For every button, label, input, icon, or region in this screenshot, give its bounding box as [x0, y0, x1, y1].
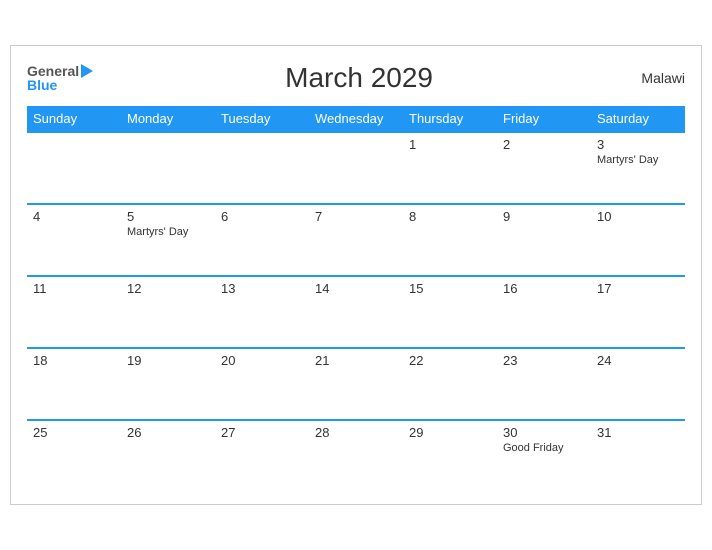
day-number: 6 — [221, 209, 303, 224]
calendar-cell: 20 — [215, 348, 309, 420]
day-number: 15 — [409, 281, 491, 296]
day-number: 10 — [597, 209, 679, 224]
day-number: 17 — [597, 281, 679, 296]
weekday-header-row: Sunday Monday Tuesday Wednesday Thursday… — [27, 106, 685, 132]
calendar-cell — [309, 132, 403, 204]
day-number: 22 — [409, 353, 491, 368]
calendar-cell: 30 Good Friday — [497, 420, 591, 492]
calendar-cell: 14 — [309, 276, 403, 348]
calendar-country: Malawi — [625, 70, 685, 86]
day-number: 14 — [315, 281, 397, 296]
calendar-container: General Blue March 2029 Malawi Sunday Mo… — [10, 45, 702, 505]
calendar-cell: 1 — [403, 132, 497, 204]
day-number: 11 — [33, 281, 115, 296]
day-number: 1 — [409, 137, 491, 152]
day-number: 4 — [33, 209, 115, 224]
calendar-cell: 18 — [27, 348, 121, 420]
calendar-cell: 7 — [309, 204, 403, 276]
day-number: 25 — [33, 425, 115, 440]
calendar-week-row: 123 Martyrs' Day — [27, 132, 685, 204]
logo-blue-text: Blue — [27, 77, 57, 93]
calendar-cell: 19 — [121, 348, 215, 420]
calendar-week-row: 11 12 13 14 15 16 17 — [27, 276, 685, 348]
day-number: 9 — [503, 209, 585, 224]
calendar-week-row: 45 Martyrs' Day 6789 10 — [27, 204, 685, 276]
holiday-label: Good Friday — [503, 442, 585, 454]
calendar-cell: 26 — [121, 420, 215, 492]
calendar-cell — [121, 132, 215, 204]
calendar-cell: 25 — [27, 420, 121, 492]
calendar-week-row: 18 19 20 21 22 23 24 — [27, 348, 685, 420]
holiday-label: Martyrs' Day — [597, 154, 679, 166]
calendar-cell: 24 — [591, 348, 685, 420]
day-number: 27 — [221, 425, 303, 440]
calendar-cell — [27, 132, 121, 204]
calendar-cell: 31 — [591, 420, 685, 492]
day-number: 8 — [409, 209, 491, 224]
logo-triangle-icon — [81, 64, 93, 78]
calendar-cell: 17 — [591, 276, 685, 348]
header-sunday: Sunday — [27, 106, 121, 132]
calendar-cell: 11 — [27, 276, 121, 348]
calendar-cell: 6 — [215, 204, 309, 276]
calendar-cell: 9 — [497, 204, 591, 276]
logo: General Blue — [27, 63, 93, 93]
calendar-cell: 2 — [497, 132, 591, 204]
calendar-cell: 3 Martyrs' Day — [591, 132, 685, 204]
calendar-cell: 13 — [215, 276, 309, 348]
holiday-label: Martyrs' Day — [127, 226, 209, 238]
header-wednesday: Wednesday — [309, 106, 403, 132]
calendar-cell: 16 — [497, 276, 591, 348]
header-friday: Friday — [497, 106, 591, 132]
calendar-cell: 29 — [403, 420, 497, 492]
day-number: 7 — [315, 209, 397, 224]
calendar-week-row: 25 26 27 28 29 30 Good Friday 31 — [27, 420, 685, 492]
day-number: 13 — [221, 281, 303, 296]
header-saturday: Saturday — [591, 106, 685, 132]
day-number: 29 — [409, 425, 491, 440]
calendar-cell: 4 — [27, 204, 121, 276]
day-number: 31 — [597, 425, 679, 440]
calendar-table: Sunday Monday Tuesday Wednesday Thursday… — [27, 106, 685, 492]
day-number: 12 — [127, 281, 209, 296]
day-number: 3 — [597, 137, 679, 152]
calendar-cell: 5 Martyrs' Day — [121, 204, 215, 276]
calendar-cell: 22 — [403, 348, 497, 420]
header-monday: Monday — [121, 106, 215, 132]
day-number: 26 — [127, 425, 209, 440]
day-number: 5 — [127, 209, 209, 224]
calendar-body: 123Martyrs' Day45Martyrs' Day67891011121… — [27, 132, 685, 492]
day-number: 21 — [315, 353, 397, 368]
day-number: 20 — [221, 353, 303, 368]
calendar-cell: 28 — [309, 420, 403, 492]
day-number: 18 — [33, 353, 115, 368]
day-number: 23 — [503, 353, 585, 368]
calendar-cell: 10 — [591, 204, 685, 276]
calendar-cell: 15 — [403, 276, 497, 348]
calendar-cell: 8 — [403, 204, 497, 276]
day-number: 16 — [503, 281, 585, 296]
calendar-cell: 12 — [121, 276, 215, 348]
day-number: 19 — [127, 353, 209, 368]
calendar-cell — [215, 132, 309, 204]
header-thursday: Thursday — [403, 106, 497, 132]
day-number: 28 — [315, 425, 397, 440]
header-tuesday: Tuesday — [215, 106, 309, 132]
day-number: 30 — [503, 425, 585, 440]
day-number: 24 — [597, 353, 679, 368]
calendar-header: General Blue March 2029 Malawi — [27, 62, 685, 94]
calendar-cell: 27 — [215, 420, 309, 492]
calendar-title: March 2029 — [93, 62, 625, 94]
calendar-cell: 23 — [497, 348, 591, 420]
day-number: 2 — [503, 137, 585, 152]
calendar-cell: 21 — [309, 348, 403, 420]
